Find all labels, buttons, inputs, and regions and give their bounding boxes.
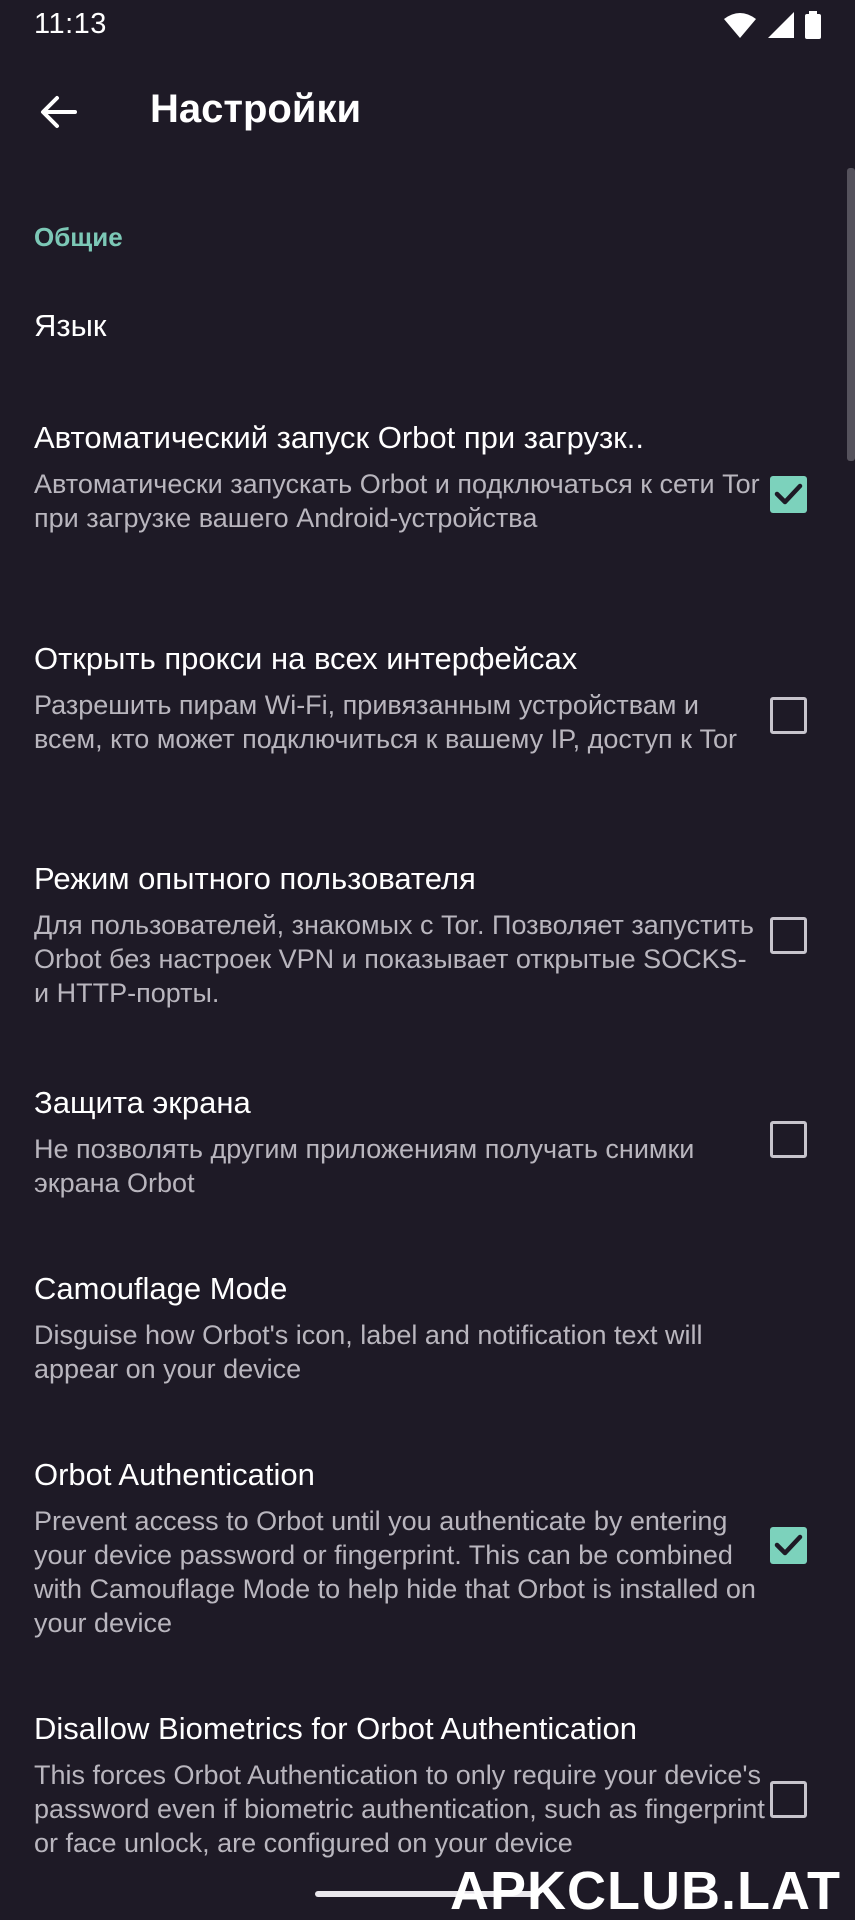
pref-title: Язык	[34, 308, 107, 343]
watermark: APKCLUB.LAT	[450, 1861, 841, 1920]
pref-title: Режим опытного пользователя	[34, 861, 476, 896]
pref-title: Открыть прокси на всех интерфейсах	[34, 641, 578, 676]
pref-summary: Не позволять другим приложениям получать…	[34, 1134, 695, 1198]
pref-title: Автоматический запуск Orbot при загрузк.…	[34, 420, 644, 455]
autostart-checkbox[interactable]	[770, 476, 807, 513]
pref-open-proxy[interactable]: Открыть прокси на всех интерфейсах Разре…	[0, 641, 855, 791]
pref-summary: Prevent access to Orbot until you authen…	[34, 1506, 756, 1638]
app-bar: Настройки	[0, 62, 855, 158]
pref-summary: Разрешить пирам Wi-Fi, привязанным устро…	[34, 690, 738, 754]
open-proxy-checkbox[interactable]	[770, 697, 807, 734]
pref-screen-protection[interactable]: Защита экрана Не позволять другим прилож…	[0, 1085, 855, 1198]
pref-title: Disallow Biometrics for Orbot Authentica…	[34, 1711, 638, 1746]
wifi-icon	[723, 11, 757, 39]
section-header-general: Общие	[34, 222, 123, 252]
pref-title: Orbot Authentication	[34, 1457, 315, 1492]
screen-protection-checkbox[interactable]	[770, 1121, 807, 1158]
orbot-authentication-checkbox[interactable]	[770, 1527, 807, 1564]
pref-summary: Для пользователей, знакомых с Tor. Позво…	[34, 910, 754, 1008]
power-user-checkbox[interactable]	[770, 917, 807, 954]
status-time: 11:13	[34, 8, 107, 40]
status-bar: 11:13	[0, 0, 855, 50]
back-button[interactable]	[24, 80, 92, 148]
arrow-back-icon	[39, 95, 77, 134]
pref-language[interactable]: Язык	[0, 308, 855, 368]
pref-camouflage-mode[interactable]: Camouflage Mode Disguise how Orbot's ico…	[0, 1271, 855, 1384]
page-title: Настройки	[150, 87, 362, 131]
pref-disallow-biometrics[interactable]: Disallow Biometrics for Orbot Authentica…	[0, 1711, 855, 1871]
pref-orbot-authentication[interactable]: Orbot Authentication Prevent access to O…	[0, 1457, 855, 1638]
pref-summary: This forces Orbot Authentication to only…	[34, 1760, 765, 1858]
pref-title: Camouflage Mode	[34, 1271, 288, 1306]
pref-title: Защита экрана	[34, 1085, 251, 1120]
pref-summary: Disguise how Orbot's icon, label and not…	[34, 1320, 703, 1384]
pref-summary: Автоматически запускать Orbot и подключа…	[34, 469, 760, 533]
pref-power-user-mode[interactable]: Режим опытного пользователя Для пользова…	[0, 861, 855, 1011]
status-icons	[723, 10, 821, 40]
disallow-biometrics-checkbox[interactable]	[770, 1781, 807, 1818]
battery-icon	[805, 11, 821, 39]
cellular-icon	[767, 11, 795, 39]
pref-autostart[interactable]: Автоматический запуск Orbot при загрузк.…	[0, 420, 855, 570]
settings-screen: 11:13 Настройки Общие Язык Автоматически…	[0, 0, 855, 1920]
